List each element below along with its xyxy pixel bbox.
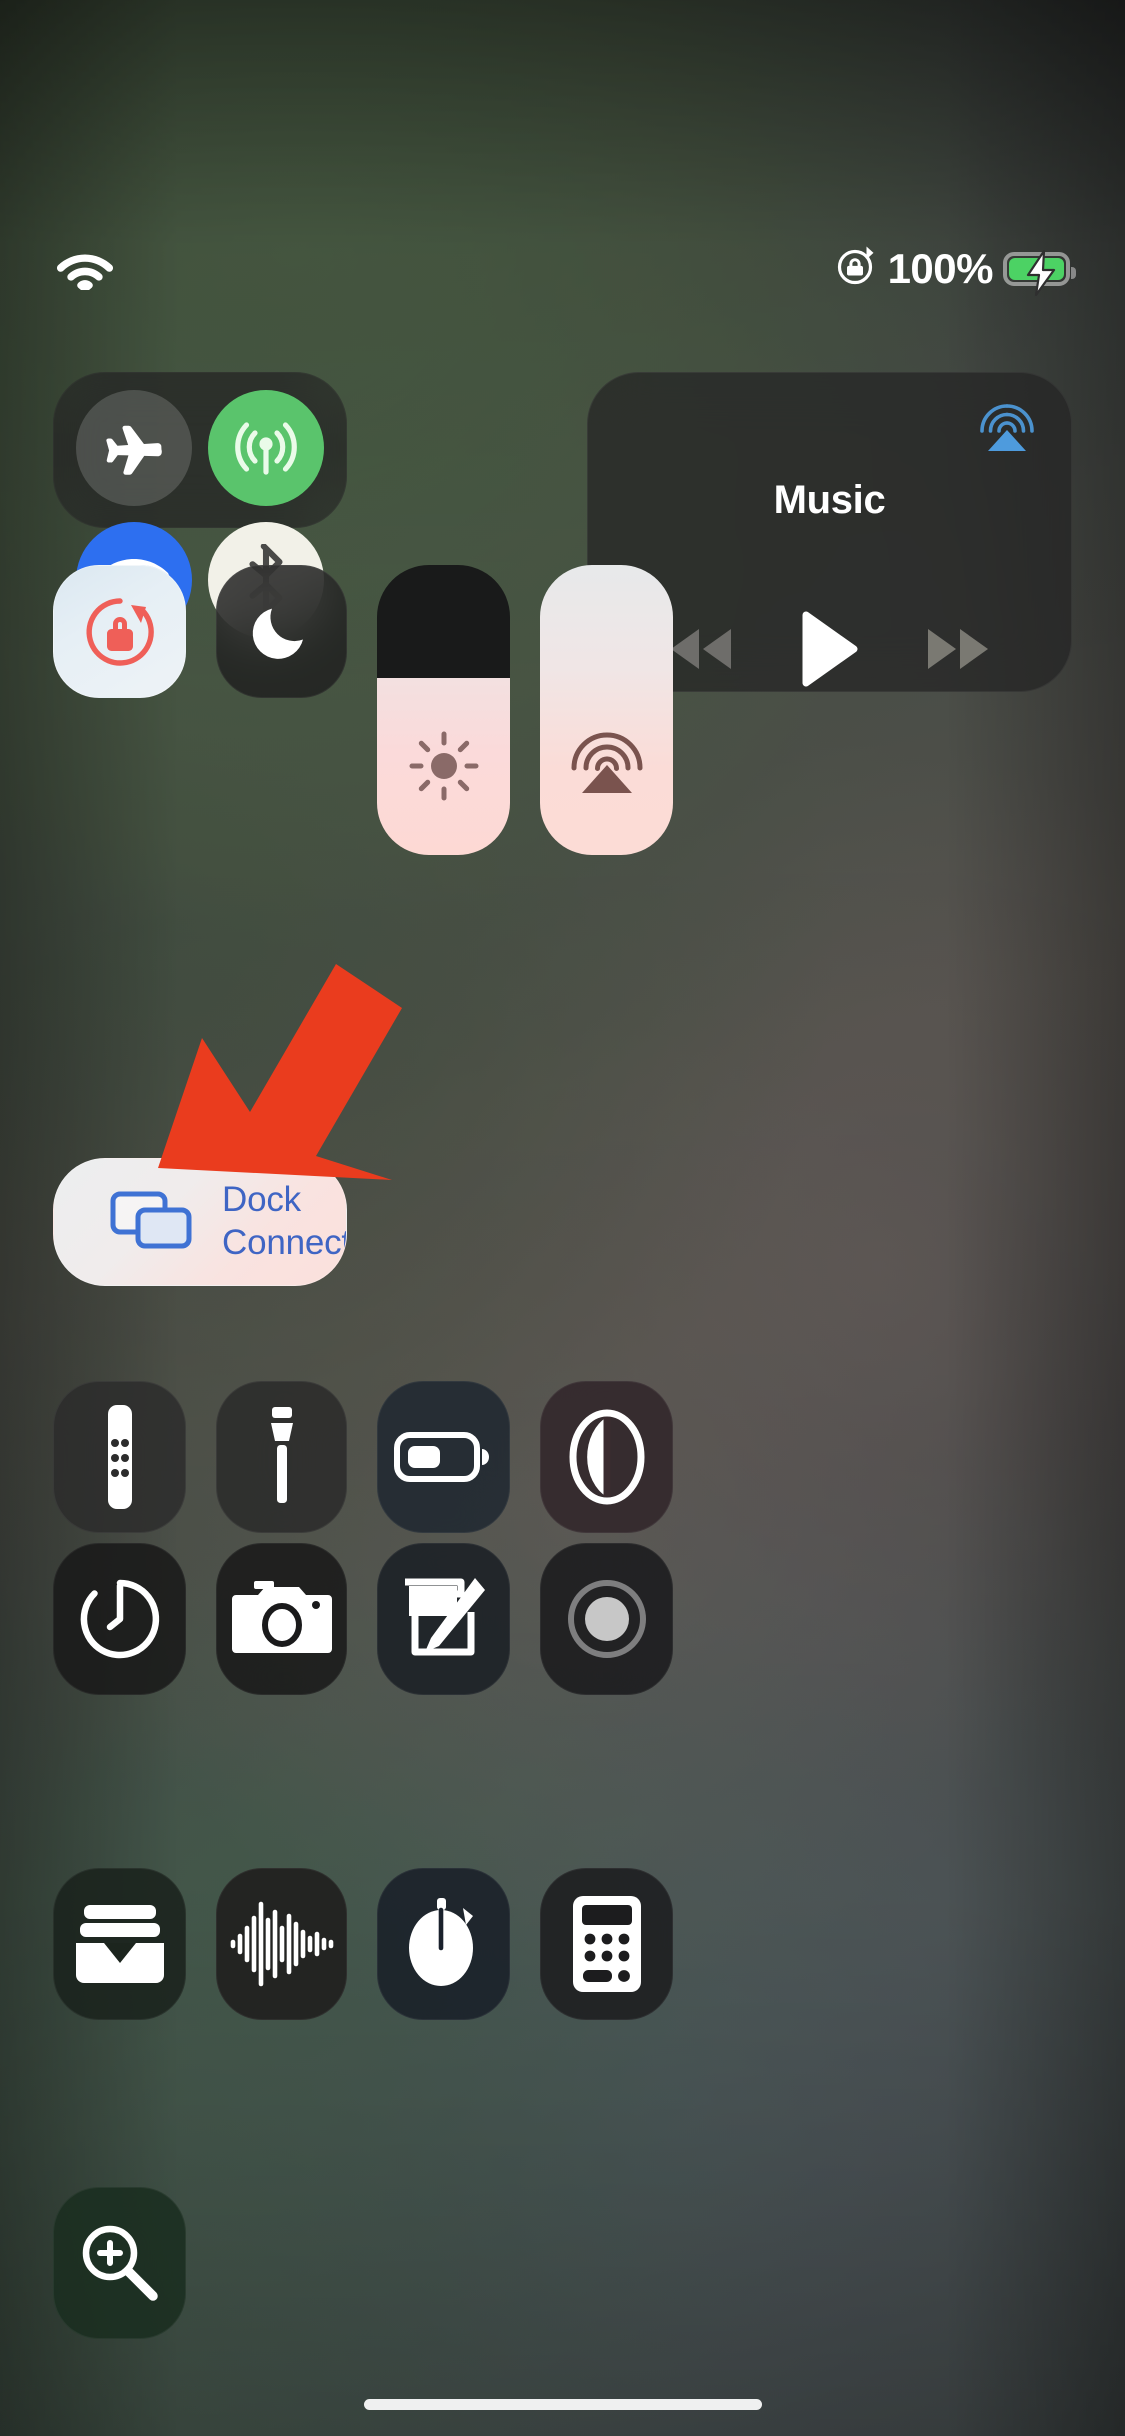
control-center: Music Dock Connec xyxy=(0,0,1125,2436)
tile-low-power-mode[interactable] xyxy=(377,1381,510,1533)
now-playing-title: Music xyxy=(773,478,886,522)
dock-connector-label-line1: Dock xyxy=(222,1180,301,1220)
play-icon[interactable] xyxy=(798,610,860,693)
toggle-cellular-data[interactable] xyxy=(208,390,324,506)
tile-screen-recording[interactable] xyxy=(540,1543,673,1695)
dock-connector-label: Dock Connector xyxy=(222,1179,346,1264)
tile-voice-memos[interactable] xyxy=(216,1868,347,2020)
brightness-slider-track xyxy=(377,565,510,679)
dock-connector-label-line2: Connector xyxy=(222,1223,346,1262)
tile-wallet[interactable] xyxy=(53,1868,186,2020)
rewind-icon[interactable] xyxy=(664,621,738,682)
volume-slider[interactable] xyxy=(540,565,673,855)
tile-stopwatch[interactable] xyxy=(377,1868,510,2020)
tile-magnifier[interactable] xyxy=(53,2187,186,2339)
tile-do-not-disturb[interactable] xyxy=(216,565,347,698)
dock-connector-tile[interactable]: Dock Connector xyxy=(53,1158,347,1286)
tile-rotation-lock[interactable] xyxy=(53,565,186,698)
tile-screen-recording-timer[interactable] xyxy=(53,1543,186,1695)
tile-calculator[interactable] xyxy=(540,1868,673,2020)
tile-dark-mode[interactable] xyxy=(540,1381,673,1533)
airplay-audio-icon xyxy=(540,727,673,803)
tile-camera[interactable] xyxy=(216,1543,347,1695)
toggle-airplane-mode[interactable] xyxy=(76,390,192,506)
tile-flashlight[interactable] xyxy=(216,1381,347,1533)
volume-slider-fill xyxy=(540,565,673,855)
brightness-slider[interactable] xyxy=(377,565,510,855)
airplay-audio-icon[interactable] xyxy=(969,393,1045,469)
brightness-sun-icon xyxy=(377,729,510,803)
tile-notes[interactable] xyxy=(377,1543,510,1695)
home-indicator[interactable] xyxy=(363,2399,762,2410)
tile-apple-tv-remote[interactable] xyxy=(53,1381,186,1533)
fast-forward-icon[interactable] xyxy=(921,621,995,682)
screen-mirroring-icon xyxy=(110,1190,192,1255)
